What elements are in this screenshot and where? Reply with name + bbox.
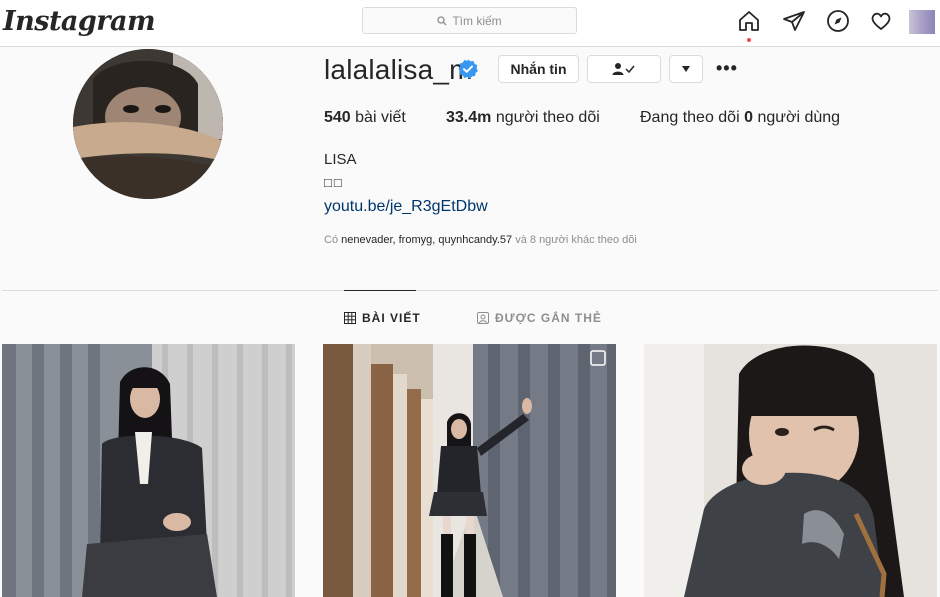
followers-label: người theo dõi	[495, 109, 600, 126]
followed-by-suffix: và 8 người khác theo dõi	[515, 234, 637, 246]
chevron-down-icon	[682, 66, 690, 72]
post-thumbnail[interactable]	[323, 344, 616, 597]
following-stat[interactable]: Đang theo dõi 0 người dùng	[640, 109, 840, 127]
followed-by-text[interactable]: Có nenevader, fromyg, quynhcandy.57 và 8…	[324, 234, 637, 246]
posts-count: 540	[324, 109, 351, 126]
bio-link[interactable]: youtu.be/je_R3gEtDbw	[324, 198, 488, 216]
following-status-button[interactable]	[587, 55, 661, 83]
followed-by-prefix: Có	[324, 234, 339, 246]
search-input[interactable]: Tìm kiếm	[362, 7, 577, 34]
more-options-icon[interactable]: •••	[716, 58, 738, 79]
followers-count: 33.4m	[446, 109, 492, 126]
bio-text: □□	[324, 175, 344, 190]
tab-tagged-label: ĐƯỢC GẮN THẺ	[495, 311, 602, 325]
verified-badge-icon	[458, 59, 478, 79]
followers-stat[interactable]: 33.4m người theo dõi	[446, 109, 600, 127]
following-suffix: người dùng	[757, 109, 841, 126]
posts-count-stat: 540 bài viết	[324, 109, 406, 127]
user-avatar[interactable]	[909, 10, 935, 34]
tabs-divider	[2, 290, 938, 291]
tab-posts[interactable]: BÀI VIẾT	[344, 311, 421, 325]
profile-username: lalalalisa_m	[324, 54, 473, 85]
explore-compass-icon[interactable]	[826, 9, 850, 33]
post-thumbnail[interactable]	[644, 344, 937, 597]
post-thumbnail[interactable]	[2, 344, 295, 597]
active-tab-indicator	[344, 290, 416, 291]
notification-dot	[747, 38, 751, 42]
top-nav-bar: Instagram Tìm kiếm	[0, 0, 940, 47]
following-count: 0	[744, 109, 753, 126]
tagged-person-icon	[477, 312, 489, 324]
activity-heart-icon[interactable]	[869, 9, 893, 33]
profile-full-name: LISA	[324, 151, 357, 168]
direct-message-icon[interactable]	[782, 9, 806, 33]
grid-icon	[344, 312, 356, 324]
instagram-logo[interactable]: Instagram	[3, 6, 156, 37]
tab-tagged[interactable]: ĐƯỢC GẮN THẺ	[477, 311, 602, 325]
followed-by-names: nenevader, fromyg, quynhcandy.57	[341, 234, 513, 246]
tab-posts-label: BÀI VIẾT	[362, 311, 421, 325]
message-button[interactable]: Nhắn tin	[498, 55, 579, 83]
search-icon	[437, 15, 447, 25]
profile-picture	[73, 49, 223, 199]
home-icon[interactable]	[737, 9, 761, 33]
search-placeholder: Tìm kiếm	[452, 13, 502, 28]
following-prefix: Đang theo dõi	[640, 109, 740, 126]
posts-label: bài viết	[355, 109, 406, 126]
person-check-icon	[612, 63, 635, 75]
suggested-accounts-dropdown-button[interactable]	[669, 55, 703, 83]
